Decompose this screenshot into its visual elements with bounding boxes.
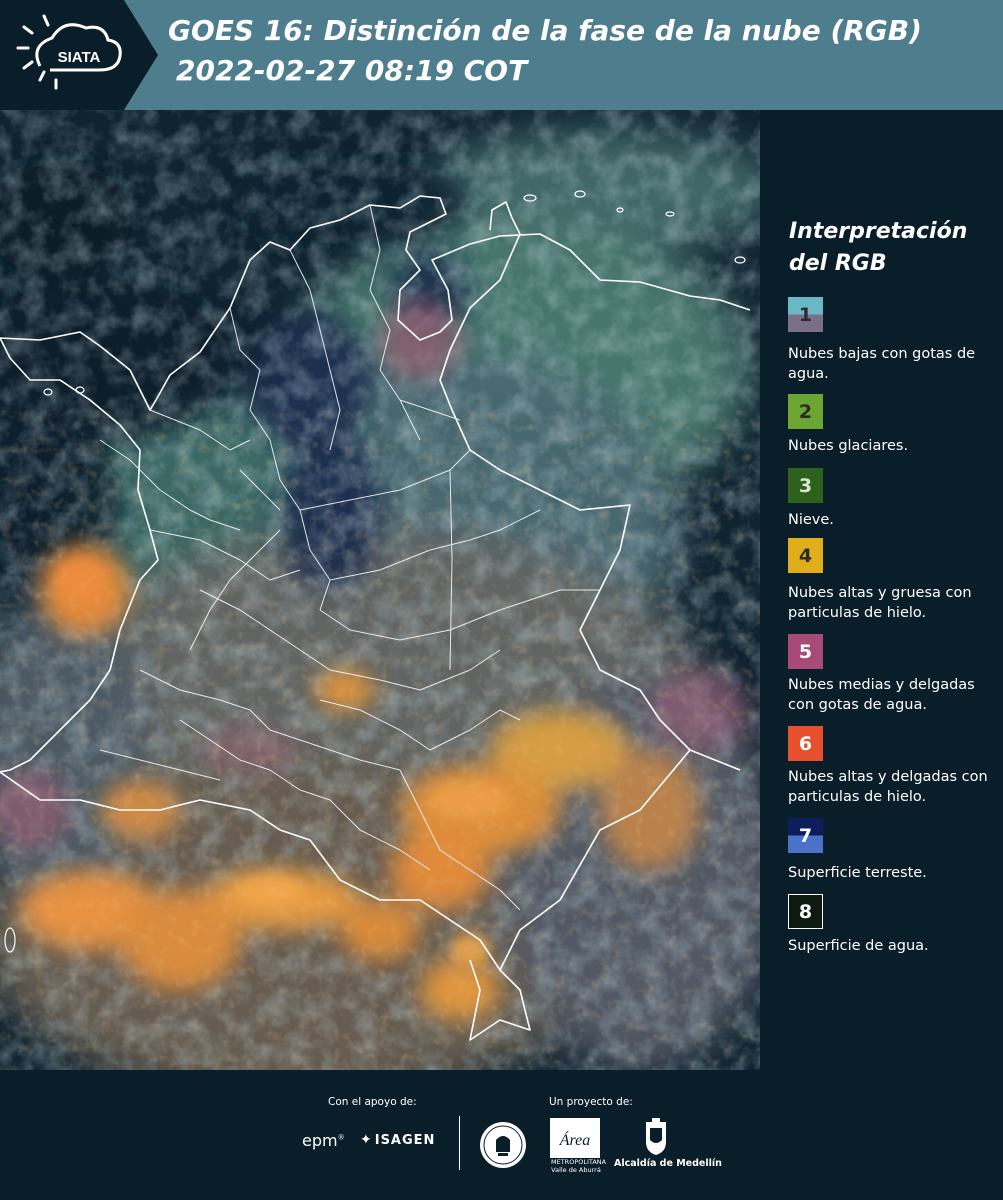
legend-label-1: Nubes bajas con gotas de agua. — [788, 346, 976, 382]
footer: Con el apoyo de: Un proyecto de: epm® ✦ I… — [0, 1070, 1003, 1200]
isagen-mark-icon: ✦ — [360, 1132, 373, 1148]
legend-title: Interpretación del RGB — [789, 219, 968, 276]
legend-label-2: Nubes glaciares. — [788, 438, 909, 454]
siata-logo: SIATA — [0, 0, 160, 110]
legend-label-4: Nubes altas y gruesa con particulas de h… — [788, 585, 972, 621]
legend-label-8: Superficie de agua. — [788, 938, 929, 954]
timestamp: 2022-02-27 08:19 COT — [176, 54, 528, 87]
legend-swatch-3: 3 — [788, 468, 823, 503]
legend-swatch-1: 1 — [788, 297, 823, 332]
legend-swatch-2: 2 — [788, 394, 823, 429]
footer-divider — [459, 1116, 460, 1170]
seal-logo — [478, 1120, 528, 1174]
isagen-logo: ✦ ISAGEN — [360, 1132, 436, 1148]
alcaldia-shield-icon — [643, 1118, 669, 1160]
area-caption: METROPOLITANA Valle de Aburrá — [551, 1158, 607, 1174]
legend-label-5: Nubes medias y delgadas con gotas de agu… — [788, 677, 975, 713]
alcaldia-label: Alcaldía de Medellín — [614, 1158, 722, 1169]
legend-label-7: Superficie terreste. — [788, 865, 927, 881]
legend-label-3: Nieve. — [788, 512, 834, 528]
header-banner: SIATA GOES 16: Distinción de la fase de … — [0, 0, 1003, 110]
legend-panel: Interpretación del RGB 1 Nubes bajas con… — [760, 110, 1003, 1070]
legend-swatch-8: 8 — [788, 894, 823, 929]
legend-swatch-4: 4 — [788, 538, 823, 573]
page-title: GOES 16: Distinción de la fase de la nub… — [168, 14, 922, 47]
svg-text:Área: Área — [559, 1130, 591, 1149]
legend-swatch-6: 6 — [788, 726, 823, 761]
svg-text:SIATA: SIATA — [58, 49, 101, 66]
satellite-map — [0, 110, 760, 1070]
project-label: Un proyecto de: — [549, 1096, 633, 1108]
support-label: Con el apoyo de: — [328, 1096, 417, 1108]
epm-logo: epm® — [302, 1131, 345, 1150]
legend-swatch-5: 5 — [788, 634, 823, 669]
area-metropolitana-logo: Área — [550, 1118, 600, 1162]
legend-swatch-7: 7 — [788, 818, 823, 853]
legend-label-6: Nubes altas y delgadas con particulas de… — [788, 769, 988, 805]
